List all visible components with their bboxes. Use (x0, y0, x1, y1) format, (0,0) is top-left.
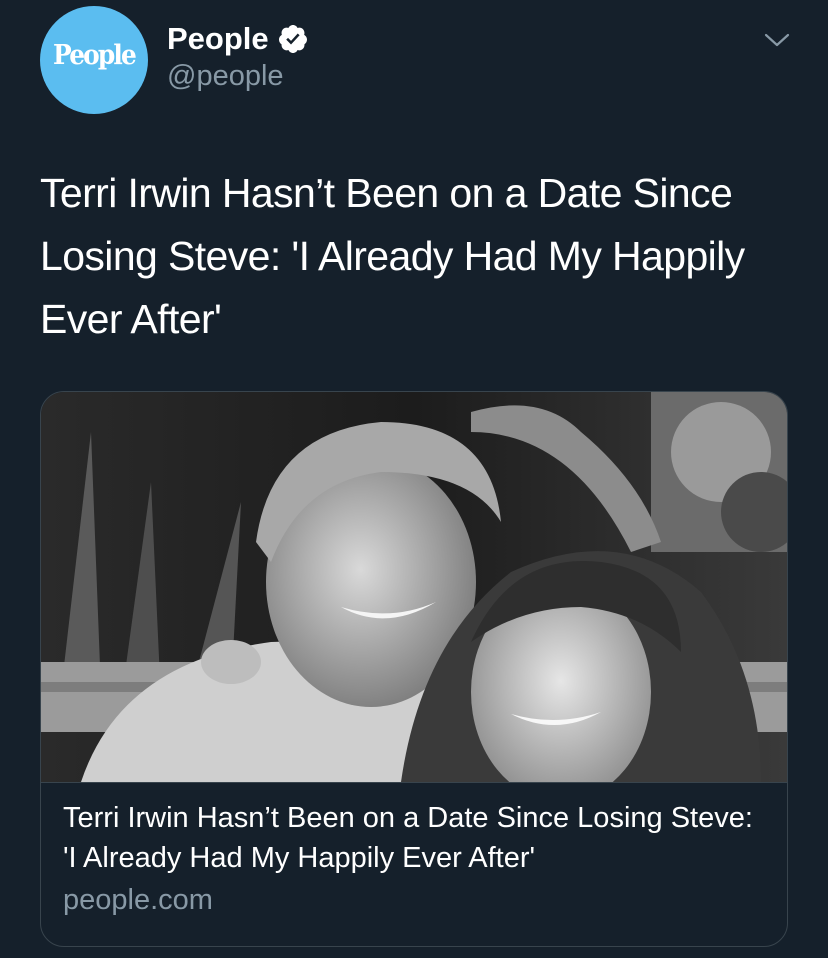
tweet[interactable]: People People @people Terri Irwin Hasn’t… (0, 0, 828, 958)
display-name[interactable]: People (167, 21, 269, 57)
avatar[interactable]: People (40, 6, 148, 114)
author-name-row[interactable]: People (167, 18, 309, 60)
user-handle[interactable]: @people (167, 60, 284, 93)
card-title[interactable]: Terri Irwin Hasn’t Been on a Date Since … (63, 798, 763, 878)
card-divider (41, 782, 787, 783)
link-preview-card[interactable]: Terri Irwin Hasn’t Been on a Date Since … (40, 391, 788, 947)
card-photo[interactable] (41, 392, 787, 782)
chevron-down-icon[interactable] (762, 28, 792, 52)
card-domain[interactable]: people.com (63, 884, 213, 917)
verified-badge-icon (278, 25, 307, 53)
tweet-text: Terri Irwin Hasn’t Been on a Date Since … (40, 170, 745, 342)
avatar-logo-text: People (53, 40, 137, 71)
